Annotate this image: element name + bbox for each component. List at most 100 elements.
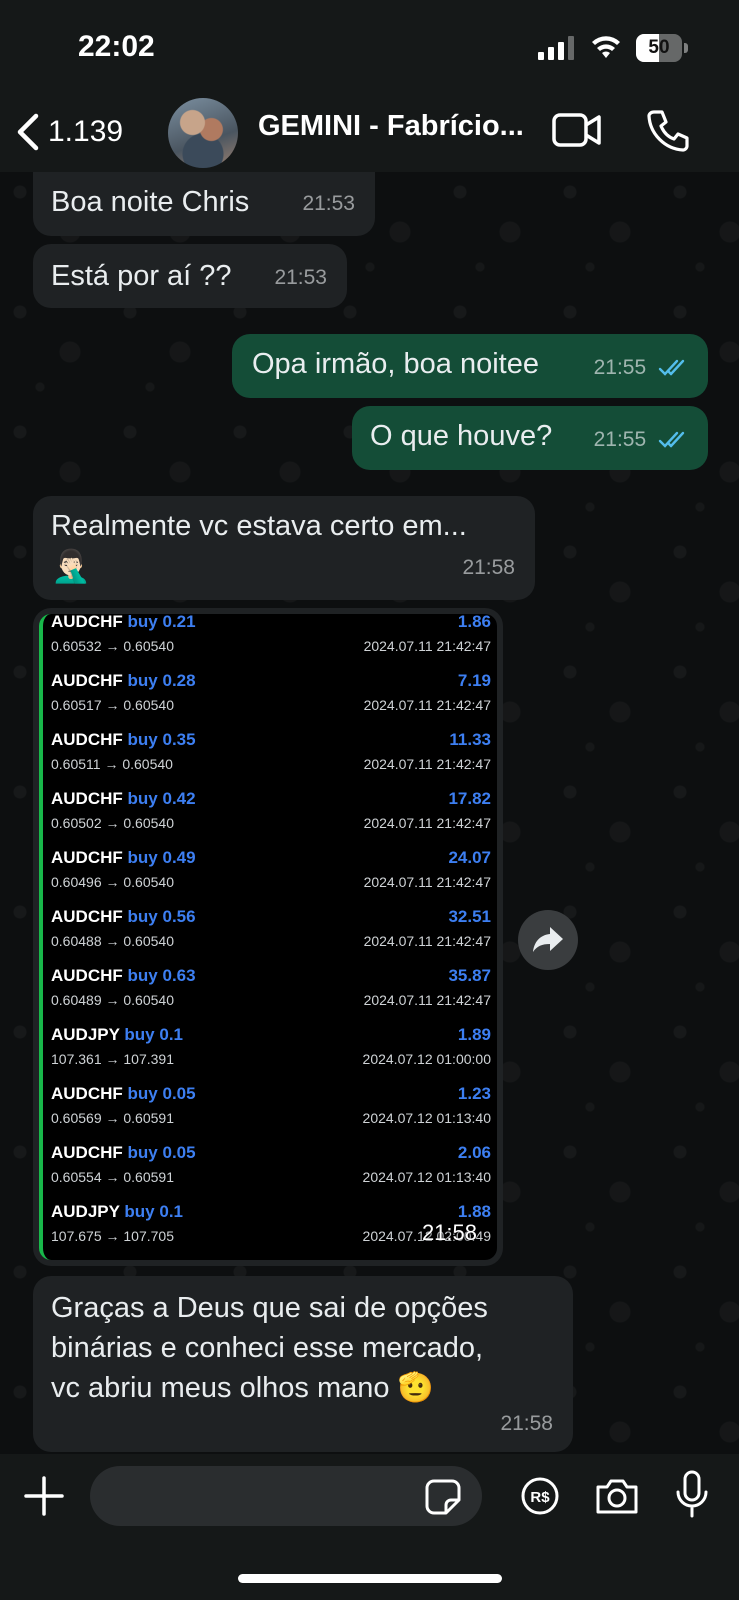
trade-side: buy 0.1 — [124, 1202, 183, 1221]
forward-arrow-icon — [533, 927, 563, 952]
trade-row: AUDCHF buy 0.49 24.07 0.60496 → 0.60540 202… — [51, 848, 491, 908]
trade-prices: 0.60532 → 0.60540 — [51, 638, 174, 654]
trade-date: 2024.07.11 21:42:47 — [363, 815, 491, 831]
trade-row: AUDCHF buy 0.21 1.86 0.60532 → 0.60540 2024… — [51, 614, 491, 672]
trade-symbol: AUDCHF — [51, 966, 123, 985]
phone-icon — [647, 110, 689, 152]
trade-prices: 0.60496 → 0.60540 — [51, 874, 174, 890]
trade-symbol-line: AUDCHF buy 0.35 — [51, 730, 196, 750]
group-avatar[interactable] — [168, 98, 238, 168]
microphone-button[interactable] — [674, 1470, 710, 1520]
trade-symbol-line: AUDJPY buy 0.1 — [51, 1025, 183, 1045]
trade-date: 2024.07.12 01:13:40 — [362, 1110, 491, 1126]
trade-symbol-line: AUDCHF buy 0.21 — [51, 614, 196, 632]
chat-title[interactable]: GEMINI - Fabrício... — [258, 110, 538, 143]
battery-percent: 50 — [648, 37, 670, 58]
trade-symbol: AUDCHF — [51, 1143, 123, 1162]
trade-symbol: AUDCHF — [51, 848, 123, 867]
video-call-button[interactable] — [552, 110, 602, 150]
trade-profit: 1.86 — [457, 614, 491, 631]
cellular-signal-icon — [538, 36, 574, 60]
trade-profit: 1.23 — [457, 1084, 491, 1103]
message-text: Opa irmão, boa noitee — [252, 348, 539, 380]
trade-prices: 0.60488 → 0.60540 — [51, 933, 174, 949]
message-text-line: Graças a Deus que sai de opções — [51, 1292, 488, 1324]
trade-date: 2024.07.12 01:13:40 — [362, 1169, 491, 1185]
trade-row: AUDCHF buy 0.28 7.19 0.60517 → 0.60540 2024… — [51, 671, 491, 731]
message-time: 21:58 — [421, 1220, 477, 1245]
plus-icon — [24, 1476, 64, 1516]
read-ticks-icon — [658, 360, 685, 377]
trade-row: AUDJPY buy 0.1 1.89 107.361 → 107.391 2024.… — [51, 1025, 491, 1085]
message-text: Boa noite Chris — [51, 186, 250, 218]
trade-date: 2024.07.11 21:42:47 — [363, 697, 491, 713]
trade-profit: 32.51 — [448, 907, 491, 926]
status-bar: 22:02 50 — [0, 0, 739, 96]
trade-prices: 0.60489 → 0.60540 — [51, 992, 174, 1008]
trade-profit: 17.82 — [448, 789, 491, 808]
message-bubble-incoming[interactable]: Boa noite Chris 21:53 — [33, 172, 375, 236]
trade-side: buy 0.56 — [127, 907, 196, 926]
trade-side: buy 0.42 — [127, 789, 196, 808]
trade-profit: 1.89 — [457, 1025, 491, 1044]
message-bubble-outgoing[interactable]: Opa irmão, boa noitee 21:55 — [232, 334, 708, 398]
message-meta: 21:55 — [594, 420, 692, 460]
battery-icon: 50 — [636, 34, 688, 62]
trade-profit: 2.06 — [457, 1143, 491, 1162]
home-indicator — [238, 1574, 502, 1583]
message-bubble-incoming[interactable]: Graças a Deus que sai de opções binárias… — [33, 1276, 573, 1452]
trade-symbol: AUDCHF — [51, 789, 123, 808]
trade-profit: 35.87 — [448, 966, 491, 985]
message-time: 21:58 — [500, 1412, 553, 1435]
message-time: 21:55 — [593, 356, 647, 379]
trade-profit: 1.88 — [457, 1202, 491, 1221]
unread-count: 1.139 — [48, 115, 124, 148]
wifi-icon — [592, 36, 620, 58]
trade-row: AUDCHF buy 0.05 2.06 0.60554 → 0.60591 2024… — [51, 1143, 491, 1203]
forward-button[interactable] — [518, 910, 578, 970]
trade-date: 2024.07.11 21:42:47 — [363, 933, 491, 949]
image-message[interactable]: AUDCHF buy 0.21 1.86 0.60532 → 0.60540 2024… — [33, 608, 503, 1266]
voice-call-button[interactable] — [646, 108, 690, 152]
chevron-left-icon — [17, 113, 39, 151]
svg-text:R$: R$ — [530, 1489, 550, 1506]
message-time: 21:53 — [274, 266, 327, 289]
trade-date: 2024.07.11 21:42:47 — [363, 756, 491, 772]
message-time: 21:55 — [593, 428, 647, 451]
trade-symbol: AUDCHF — [51, 614, 123, 631]
facepalm-emoji: 🤦🏻‍♂️ — [51, 548, 91, 584]
trade-prices: 107.675 → 107.705 — [51, 1228, 174, 1244]
trade-symbol: AUDCHF — [51, 730, 123, 749]
payment-button[interactable]: R$ — [520, 1476, 560, 1516]
trade-prices: 0.60517 → 0.60540 — [51, 697, 174, 713]
trade-symbol-line: AUDCHF buy 0.05 — [51, 1143, 196, 1163]
message-bubble-outgoing[interactable]: O que houve? 21:55 — [352, 406, 708, 470]
trade-profit: 7.19 — [457, 671, 491, 690]
video-camera-icon — [552, 113, 601, 147]
message-text: O que houve? — [370, 420, 553, 452]
trade-date: 2024.07.12 01:00:00 — [362, 1051, 491, 1067]
trade-date: 2024.07.11 21:42:47 — [363, 992, 491, 1008]
trade-profit: 24.07 — [448, 848, 491, 867]
trade-symbol-line: AUDCHF buy 0.56 — [51, 907, 196, 927]
camera-button[interactable] — [594, 1476, 640, 1516]
attach-button[interactable] — [22, 1474, 66, 1518]
back-button[interactable]: 1.139 — [14, 106, 123, 158]
trade-symbol: AUDJPY — [51, 1025, 120, 1044]
message-bubble-incoming[interactable]: Está por aí ?? 21:53 — [33, 244, 347, 308]
sticker-button[interactable] — [424, 1478, 462, 1516]
message-meta: 21:55 — [594, 348, 692, 388]
trade-symbol-line: AUDCHF buy 0.63 — [51, 966, 196, 986]
trade-date: 2024.07.11 21:42:47 — [363, 638, 491, 654]
message-bubble-incoming[interactable]: Realmente vc estava certo em... 🤦🏻‍♂️ 21… — [33, 496, 535, 600]
trade-row: AUDCHF buy 0.35 11.33 0.60511 → 0.60540 202… — [51, 730, 491, 790]
composer-bar: R$ — [0, 1454, 739, 1600]
trade-symbol: AUDCHF — [51, 907, 123, 926]
trade-history-screenshot[interactable]: AUDCHF buy 0.21 1.86 0.60532 → 0.60540 2024… — [39, 614, 497, 1260]
trade-prices: 0.60502 → 0.60540 — [51, 815, 174, 831]
read-ticks-icon — [658, 432, 685, 449]
trade-side: buy 0.1 — [124, 1025, 183, 1044]
trade-row: AUDCHF buy 0.63 35.87 0.60489 → 0.60540 202… — [51, 966, 491, 1026]
message-time: 21:58 — [462, 556, 515, 579]
trade-prices: 107.361 → 107.391 — [51, 1051, 174, 1067]
